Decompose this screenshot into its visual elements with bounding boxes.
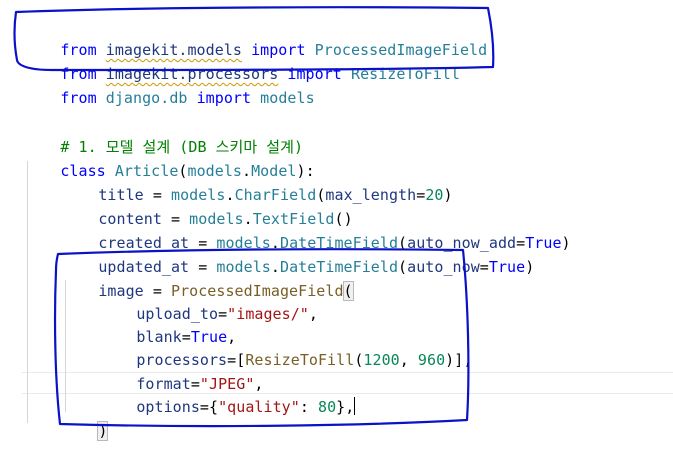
- operator: =: [199, 398, 209, 416]
- number: 80: [318, 398, 337, 416]
- code-line-7[interactable]: title = models.CharField(max_length=20): [62, 161, 453, 204]
- punctuation: ): [445, 351, 455, 369]
- operator: =: [479, 258, 489, 276]
- code-line-3[interactable]: from django.db import models: [24, 64, 315, 107]
- code-line-5[interactable]: # 1. 모델 설계 (DB 스키마 설계): [24, 113, 303, 156]
- code-line-9[interactable]: created_at = models.DateTimeField(auto_n…: [62, 209, 571, 252]
- module-name: django.db: [105, 89, 188, 107]
- punctuation: ): [525, 258, 535, 276]
- code-line-12[interactable]: upload_to="images/",: [100, 280, 318, 323]
- punctuation: ): [443, 186, 453, 204]
- punctuation: ,: [399, 351, 418, 369]
- punctuation: {: [209, 398, 219, 416]
- code-line-11[interactable]: image = ProcessedImageField(: [62, 257, 354, 301]
- punctuation: :: [299, 398, 318, 416]
- number: 1200: [363, 351, 400, 369]
- code-line-13[interactable]: blank=True,: [100, 303, 236, 346]
- number: 960: [417, 351, 446, 369]
- string: "quality": [218, 398, 300, 416]
- text-cursor: [354, 397, 356, 415]
- keyword: True: [488, 258, 526, 276]
- code-line-15[interactable]: format="JPEG",: [100, 350, 264, 393]
- code-line-16[interactable]: options={"quality": 80},: [100, 373, 356, 416]
- operator: =: [416, 186, 426, 204]
- code-editor[interactable]: from imagekit.models import ProcessedIma…: [0, 0, 673, 453]
- keyword: import: [196, 89, 252, 107]
- code-line-14[interactable]: processors=[ResizeToFill(1200, 960)],: [100, 326, 472, 369]
- punctuation: ): [561, 234, 571, 252]
- imported-name: ResizeToFill: [350, 65, 460, 83]
- keyword: from: [60, 89, 97, 107]
- matching-bracket: (: [342, 281, 354, 301]
- code-line-1[interactable]: from imagekit.models import ProcessedIma…: [24, 16, 487, 59]
- code-line-17[interactable]: ): [62, 397, 109, 441]
- matching-bracket: ): [97, 421, 109, 441]
- punctuation: (: [398, 258, 408, 276]
- code-line-10[interactable]: updated_at = models.DateTimeField(auto_n…: [62, 233, 534, 276]
- punctuation: },: [336, 398, 355, 416]
- number: 20: [425, 186, 444, 204]
- string: "images/": [227, 305, 309, 323]
- code-line-8[interactable]: content = models.TextField(): [62, 185, 353, 228]
- punctuation: ],: [454, 351, 473, 369]
- code-line-2[interactable]: from imagekit.processors import ResizeTo…: [24, 40, 460, 83]
- code-line-6[interactable]: class Article(models.Model):: [24, 137, 315, 180]
- punctuation: ,: [308, 305, 318, 323]
- parameter: options: [136, 398, 200, 416]
- parameter: auto_now: [407, 258, 480, 276]
- imported-name: models: [260, 89, 315, 107]
